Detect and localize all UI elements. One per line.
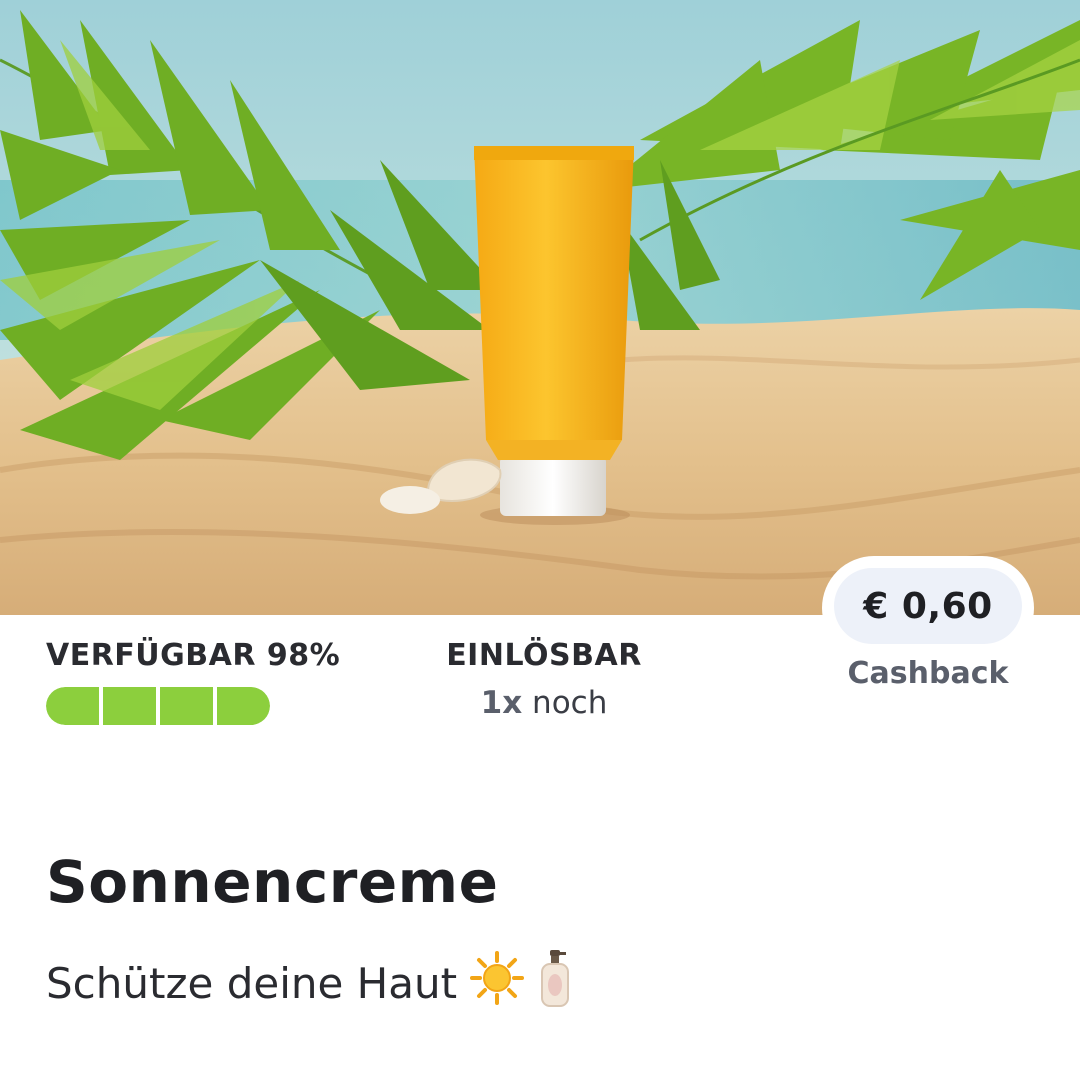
redeemable-count-suffix: noch <box>522 685 608 721</box>
offer-subtitle-text: Schütze deine Haut <box>46 958 458 1008</box>
lotion-bottle-icon <box>537 948 571 1018</box>
offer-subtitle: Schütze deine Haut <box>46 948 571 1018</box>
redeemable-block: EINLÖSBAR 1x noch <box>426 638 662 721</box>
offer-title: Sonnencreme <box>46 848 499 916</box>
progress-segment <box>160 687 213 725</box>
availability-progress-bar <box>46 687 270 725</box>
progress-segment <box>217 687 270 725</box>
availability-label: VERFÜGBAR 98% <box>46 638 341 673</box>
availability-block: VERFÜGBAR 98% <box>46 638 340 725</box>
redeemable-count: 1x noch <box>426 685 662 721</box>
cashback-label: Cashback <box>847 656 1009 691</box>
progress-segment <box>103 687 156 725</box>
beach-sunscreen-illustration <box>0 0 1080 615</box>
redeemable-label: EINLÖSBAR <box>446 638 642 673</box>
cashback-block: € 0,60 Cashback <box>822 556 1034 706</box>
redeemable-count-number: 1x <box>480 685 523 721</box>
progress-segment <box>46 687 99 725</box>
offer-hero-image[interactable] <box>0 0 1080 615</box>
cashback-amount: € 0,60 <box>834 568 1022 644</box>
sun-icon <box>469 950 525 1016</box>
price-pill: € 0,60 <box>822 556 1034 660</box>
